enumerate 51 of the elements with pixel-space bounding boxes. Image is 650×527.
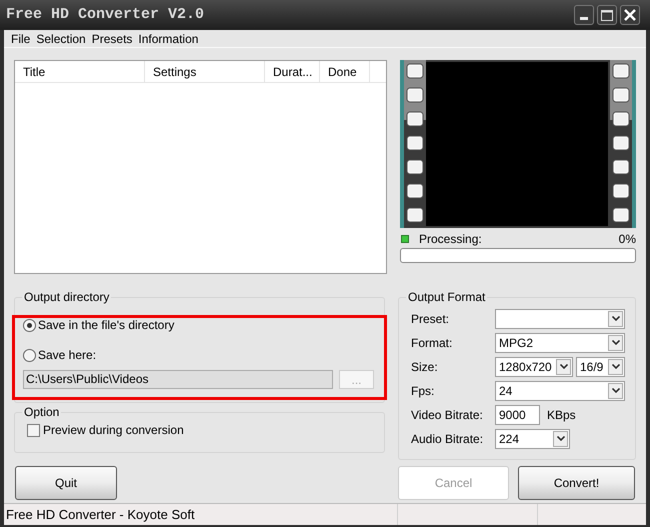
menu-item[interactable]: File	[10, 30, 32, 48]
radio-button[interactable]	[23, 348, 36, 362]
caret-icon	[608, 310, 623, 326]
radio-label: Save in the file's directory	[38, 317, 174, 334]
checkbox-label: Preview during conversion	[43, 422, 184, 439]
close-icon	[624, 9, 636, 21]
field-label: Format:	[411, 334, 454, 352]
checkbox[interactable]	[27, 424, 40, 436]
dropdown[interactable]: 1280x720	[495, 356, 573, 376]
maximize-icon	[601, 10, 613, 20]
close-button[interactable]	[620, 5, 640, 25]
field-label: Audio Bitrate:	[411, 430, 484, 448]
unit-label: KBps	[547, 406, 576, 424]
menu-item[interactable]: Presets	[90, 30, 134, 48]
quit-button[interactable]: Quit	[15, 466, 117, 500]
caret-icon	[553, 430, 568, 446]
dropdown[interactable]: 16/9	[576, 356, 625, 376]
field-label: Video Bitrate:	[411, 406, 484, 424]
group-title: Output Format	[407, 289, 486, 306]
column-header[interactable]: Durat...	[265, 61, 320, 82]
menu-item[interactable]: Information	[137, 30, 200, 48]
caret-icon	[608, 358, 623, 374]
radio-button[interactable]	[23, 318, 36, 332]
convert-button[interactable]: Convert!	[518, 466, 635, 500]
path-field[interactable]: C:\Users\Public\Videos	[23, 370, 333, 389]
dropdown[interactable]: MPG2	[495, 332, 625, 352]
minimize-button[interactable]	[574, 5, 594, 25]
radio-label: Save here:	[38, 347, 96, 364]
dropdown[interactable]	[495, 308, 625, 328]
caret-icon	[608, 334, 623, 350]
group-title: Option	[23, 404, 60, 421]
caret-icon	[608, 382, 623, 398]
field-label: Fps:	[411, 382, 436, 400]
processing-label: Processing:	[419, 230, 483, 248]
column-header[interactable]: Title	[15, 61, 145, 82]
maximize-button[interactable]	[597, 5, 617, 25]
dropdown[interactable]: 224	[495, 428, 570, 448]
minimize-icon	[580, 17, 588, 20]
field-label: Size:	[411, 358, 439, 376]
status-text: Free HD Converter - Koyote Soft	[4, 504, 398, 525]
window-title: Free HD Converter V2.0	[6, 4, 204, 25]
column-header[interactable]: Done	[320, 61, 370, 82]
menu-item[interactable]: Selection	[35, 30, 87, 48]
dropdown[interactable]: 24	[495, 380, 625, 400]
field-label: Preset:	[411, 310, 450, 328]
progress-percent: 0%	[618, 230, 636, 248]
status-led-icon	[401, 234, 409, 242]
column-header[interactable]: Settings	[145, 61, 265, 82]
input-field[interactable]: 9000	[495, 404, 540, 424]
caret-icon	[556, 358, 571, 374]
group-title: Output directory	[23, 289, 110, 306]
